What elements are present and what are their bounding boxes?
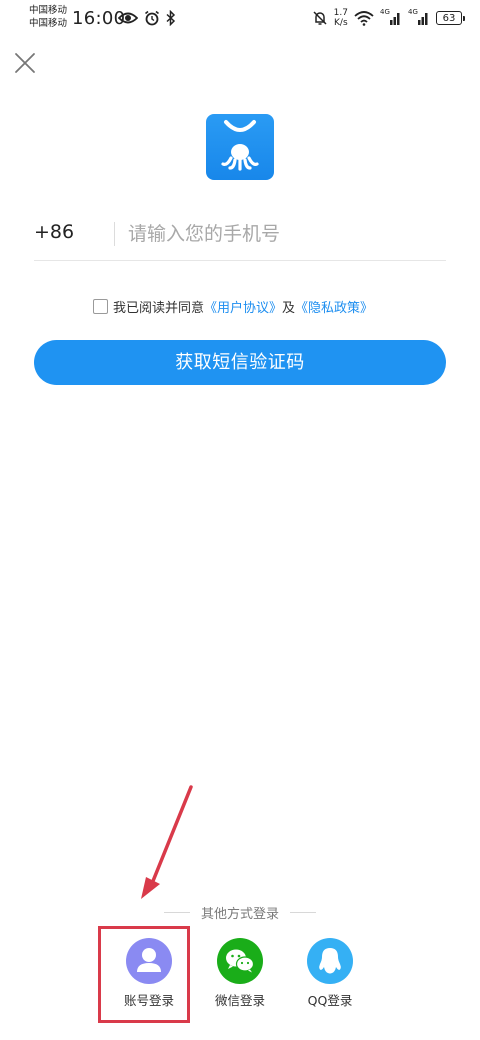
qq-login-circle[interactable]	[307, 938, 353, 984]
privacy-policy-link[interactable]: 《隐私政策》	[295, 297, 373, 316]
status-bar: 中国移动 中国移动 16:00 1.7 K/s 4G 4G 63	[0, 0, 480, 40]
carrier-info: 中国移动 中国移动	[29, 5, 67, 30]
eye-icon	[118, 12, 138, 24]
carrier-2: 中国移动	[29, 17, 68, 29]
signal-4g-1: 4G	[380, 8, 402, 26]
battery-indicator: 63	[436, 11, 465, 25]
qq-login-option[interactable]: QQ登录	[290, 938, 370, 1009]
agreement-row: 我已阅读并同意 《用户协议》 及 《隐私政策》	[93, 296, 373, 316]
wechat-icon	[226, 949, 255, 973]
octopus-bag-icon	[221, 120, 259, 171]
get-sms-code-button[interactable]: 获取短信验证码	[34, 340, 446, 385]
status-icons-left	[118, 10, 176, 26]
close-button[interactable]	[12, 50, 38, 76]
agree-prefix: 我已阅读并同意	[113, 300, 205, 316]
wechat-login-label: 微信登录	[214, 993, 265, 1008]
carrier-1: 中国移动	[29, 5, 68, 16]
qq-icon	[319, 948, 341, 974]
qq-login-label: QQ登录	[307, 993, 353, 1008]
alarm-icon	[145, 10, 159, 26]
signal-icon	[390, 13, 400, 25]
wechat-login-option[interactable]: 微信登录	[200, 938, 280, 1009]
close-icon	[15, 53, 35, 73]
input-divider	[114, 222, 115, 246]
wifi-icon	[354, 10, 374, 26]
user-agreement-link[interactable]: 《用户协议》	[204, 297, 282, 316]
net-speed: 1.7 K/s	[334, 8, 348, 28]
country-code[interactable]: +86	[34, 221, 74, 243]
net-speed-value: 1.7	[333, 8, 348, 18]
and-text: 及	[282, 300, 296, 316]
other-login-title: 其他方式登录	[200, 907, 279, 922]
signal-icon	[418, 13, 428, 25]
agree-checkbox[interactable]	[93, 298, 108, 314]
signal-4g-2: 4G	[408, 8, 430, 26]
other-login-line-right	[290, 912, 316, 913]
net-speed-unit: K/s	[334, 18, 348, 28]
phone-input-row: +86	[34, 208, 446, 261]
mute-bell-icon	[313, 11, 327, 25]
app-logo	[206, 114, 274, 180]
wechat-login-circle[interactable]	[217, 938, 263, 984]
status-icons-right: 1.7 K/s 4G 4G 63	[312, 8, 465, 28]
phone-input[interactable]	[126, 216, 430, 252]
bluetooth-icon	[166, 10, 176, 26]
annotation-highlight-box	[98, 926, 190, 1023]
